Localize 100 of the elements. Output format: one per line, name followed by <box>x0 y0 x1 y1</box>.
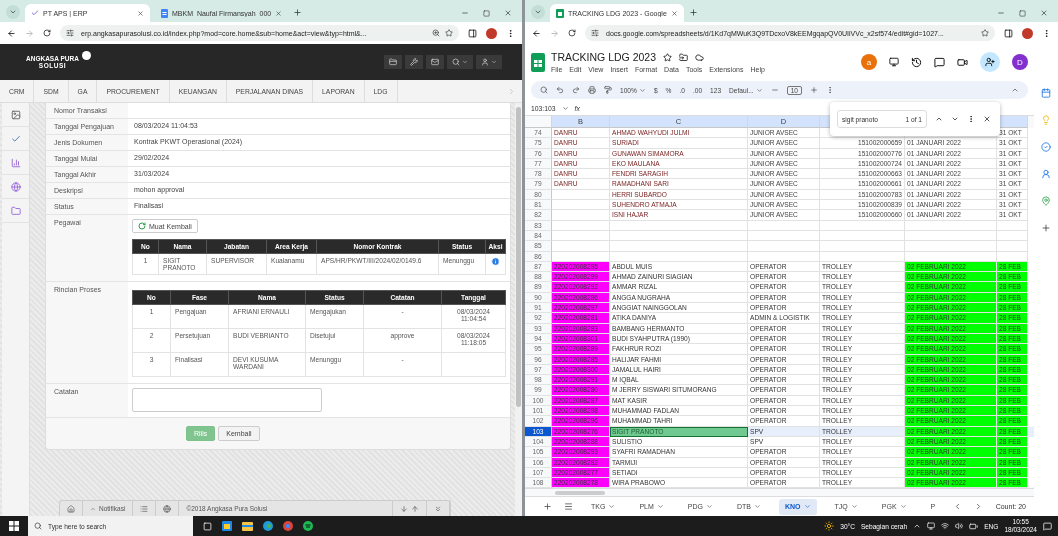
star-icon[interactable] <box>663 52 673 62</box>
profile-icon[interactable] <box>486 27 497 39</box>
site-info-icon[interactable] <box>591 29 599 37</box>
music-app-icon[interactable] <box>303 521 313 531</box>
share-button[interactable] <box>980 52 1000 72</box>
globe-icon[interactable] <box>163 504 172 513</box>
back-icon[interactable] <box>7 28 16 38</box>
notes-field[interactable] <box>132 388 322 412</box>
search-icon <box>452 58 460 66</box>
caret-icon <box>899 503 907 510</box>
menu-icon[interactable] <box>506 28 515 38</box>
settings-button[interactable] <box>405 55 423 69</box>
new-tab-icon[interactable] <box>293 8 303 17</box>
reload-icon[interactable] <box>568 29 576 37</box>
folder-icon[interactable] <box>679 52 689 62</box>
new-tab-icon[interactable] <box>688 8 698 17</box>
volume-icon[interactable] <box>955 522 964 530</box>
network-icon[interactable] <box>941 522 950 530</box>
caret-icon <box>850 503 858 510</box>
reload-icon[interactable] <box>43 29 51 37</box>
search-button[interactable] <box>447 55 473 69</box>
info-icon[interactable] <box>491 257 500 266</box>
wrench-icon <box>410 58 418 66</box>
caret-icon <box>608 503 616 510</box>
maximize-icon[interactable] <box>1019 9 1026 17</box>
side-panel-icon[interactable] <box>1004 28 1013 38</box>
video-icon[interactable] <box>957 56 968 68</box>
caret-icon <box>491 59 497 65</box>
caret-icon[interactable] <box>561 105 569 112</box>
folder-icon <box>389 58 397 66</box>
more-icon[interactable] <box>967 115 975 123</box>
close-icon[interactable] <box>670 9 678 17</box>
redo-icon[interactable] <box>572 86 580 94</box>
store-icon[interactable] <box>222 521 232 531</box>
cloud-icon[interactable] <box>695 52 705 62</box>
caret-icon <box>753 503 761 510</box>
previous-icon[interactable] <box>935 115 943 123</box>
map-pin-icon[interactable] <box>1041 196 1051 206</box>
caret-icon <box>90 505 96 512</box>
list-icon[interactable] <box>140 504 149 513</box>
close-icon[interactable] <box>1040 9 1048 17</box>
star-icon[interactable] <box>981 29 989 37</box>
arrow-down-icon[interactable] <box>400 504 408 513</box>
weather-icon[interactable] <box>824 521 835 531</box>
logo-icon <box>81 51 91 60</box>
next-icon[interactable] <box>951 115 959 123</box>
zoom-icon[interactable] <box>432 29 440 37</box>
menu-icon[interactable] <box>1042 28 1051 38</box>
collapse-icon[interactable] <box>434 504 442 513</box>
arrow-up-icon[interactable] <box>411 504 419 513</box>
caret-icon <box>462 59 468 65</box>
side-panel-icon[interactable] <box>468 28 477 38</box>
collapse-icon[interactable] <box>1011 86 1019 94</box>
browser-icon[interactable] <box>263 521 273 531</box>
close-icon[interactable] <box>504 9 512 17</box>
print-icon[interactable] <box>588 86 596 94</box>
document-title[interactable]: TRACKING LDG 2023 <box>551 51 657 63</box>
paint-format-icon[interactable] <box>604 86 612 94</box>
folder-icon[interactable] <box>242 521 253 531</box>
maximize-icon[interactable] <box>483 9 490 17</box>
profile-icon[interactable] <box>1022 27 1033 39</box>
user-button[interactable] <box>476 55 502 69</box>
user-icon <box>481 58 489 66</box>
document-icon <box>161 8 168 18</box>
calendar-icon[interactable] <box>1041 88 1051 98</box>
display-icon[interactable] <box>927 522 936 530</box>
more-icon[interactable] <box>826 86 834 94</box>
browser-icon[interactable] <box>283 521 293 531</box>
caret-icon <box>705 503 713 510</box>
account-avatar[interactable]: D <box>1012 54 1028 70</box>
search-icon[interactable] <box>540 86 548 94</box>
battery-icon[interactable] <box>969 521 979 531</box>
caret-icon[interactable] <box>638 86 646 94</box>
mail-button[interactable] <box>426 55 444 69</box>
windows-icon[interactable] <box>9 521 19 531</box>
plus-icon[interactable] <box>810 86 818 94</box>
plus-icon[interactable] <box>1041 223 1051 233</box>
folder-button[interactable] <box>384 55 402 69</box>
contacts-icon[interactable] <box>1041 169 1051 179</box>
caret-icon[interactable] <box>755 86 763 94</box>
undo-icon[interactable] <box>556 86 564 94</box>
star-icon[interactable] <box>445 29 453 37</box>
add-sheet-icon[interactable] <box>543 502 552 511</box>
image-icon <box>10 109 21 120</box>
home-icon[interactable] <box>67 504 75 513</box>
globe-icon <box>10 181 21 192</box>
notification-icon[interactable] <box>1043 521 1052 531</box>
close-icon[interactable] <box>275 9 283 17</box>
close-icon[interactable] <box>137 9 144 17</box>
tray-expand-icon[interactable] <box>913 522 922 530</box>
tasks-icon[interactable] <box>1041 142 1051 152</box>
comment-icon[interactable] <box>934 56 945 68</box>
caret-icon <box>656 503 664 510</box>
check-icon <box>10 133 21 144</box>
site-info-icon[interactable] <box>66 29 74 37</box>
history-icon[interactable] <box>911 56 922 68</box>
close-icon[interactable] <box>983 115 991 123</box>
back-icon[interactable] <box>532 28 541 38</box>
present-icon[interactable] <box>889 57 899 67</box>
task-view-icon[interactable] <box>203 521 212 531</box>
